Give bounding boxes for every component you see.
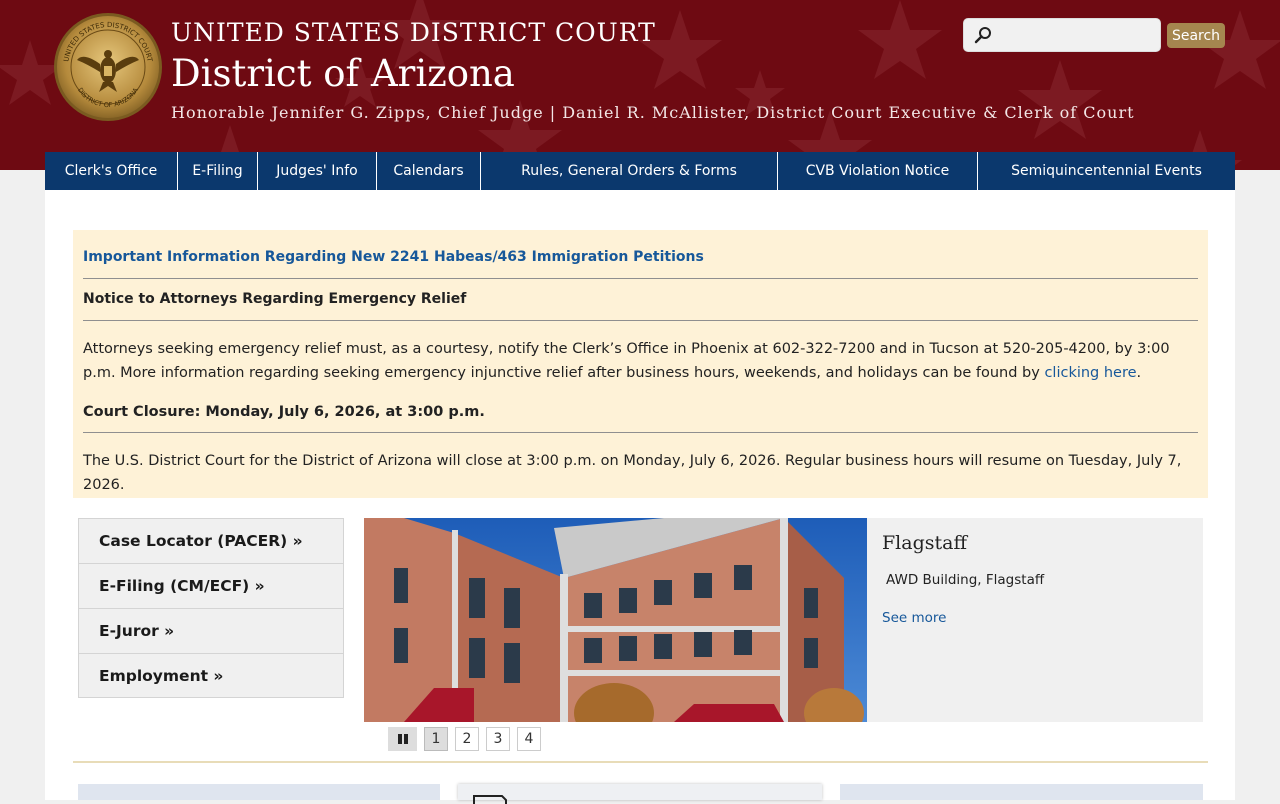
slide-caption-panel: Flagstaff AWD Building, Flagstaff See mo… — [867, 518, 1203, 722]
court-closure-heading: Court Closure: Monday, July 6, 2026, at … — [83, 404, 485, 420]
slide-title: Flagstaff — [882, 532, 967, 554]
slide-page-1[interactable]: 1 — [424, 727, 448, 751]
nav-e-filing[interactable]: E-Filing — [178, 152, 258, 190]
bottom-panel-center — [458, 784, 822, 804]
quick-links: Case Locator (PACER) » E-Filing (CM/ECF)… — [78, 518, 344, 699]
slideshow-pager: 1 2 3 4 — [388, 727, 541, 751]
notice-divider — [83, 320, 1198, 321]
employment-link[interactable]: Employment » — [78, 653, 344, 698]
search-icon — [974, 27, 991, 44]
search-input[interactable] — [998, 25, 1152, 47]
court-closure-text: The U.S. District Court for the District… — [83, 453, 1182, 493]
slideshow-image[interactable] — [364, 518, 867, 722]
see-more-link[interactable]: See more — [882, 610, 946, 626]
pause-button[interactable] — [388, 727, 417, 751]
nav-semiquincentennial-events[interactable]: Semiquincentennial Events — [978, 152, 1235, 190]
main-content: Clerk's Office E-Filing Judges' Info Cal… — [45, 152, 1235, 804]
notice-divider — [83, 432, 1198, 433]
search-box[interactable] — [963, 18, 1161, 52]
bottom-panel-right — [840, 784, 1203, 800]
case-locator-link[interactable]: Case Locator (PACER) » — [78, 518, 344, 563]
notice-divider — [83, 278, 1198, 279]
nav-cvb-violation-notice[interactable]: CVB Violation Notice — [778, 152, 978, 190]
e-filing-link[interactable]: E-Filing (CM/ECF) » — [78, 563, 344, 608]
search-button[interactable]: Search — [1167, 23, 1225, 48]
pause-icon — [397, 734, 408, 744]
nav-rules-orders-forms[interactable]: Rules, General Orders & Forms — [481, 152, 778, 190]
site-title[interactable]: District of Arizona — [171, 52, 515, 95]
document-icon — [473, 795, 507, 804]
bottom-panel-left — [78, 784, 440, 800]
sentence-end: . — [1136, 365, 1142, 381]
flagstaff-building-image — [364, 518, 867, 722]
e-juror-link[interactable]: E-Juror » — [78, 608, 344, 653]
court-seal-logo[interactable]: UNITED STATES DISTRICT COURT DISTRICT OF… — [53, 12, 163, 122]
nav-clerks-office[interactable]: Clerk's Office — [45, 152, 178, 190]
judges-line: Honorable Jennifer G. Zipps, Chief Judge… — [171, 103, 1135, 122]
nav-calendars[interactable]: Calendars — [377, 152, 481, 190]
nav-judges-info[interactable]: Judges' Info — [258, 152, 377, 190]
notice-panel: Important Information Regarding New 2241… — [73, 230, 1208, 498]
slide-page-2[interactable]: 2 — [455, 727, 479, 751]
court-name: UNITED STATES DISTRICT COURT — [171, 18, 656, 47]
slide-description: AWD Building, Flagstaff — [886, 572, 1045, 588]
slide-page-4[interactable]: 4 — [517, 727, 541, 751]
emergency-relief-text: Attorneys seeking emergency relief must,… — [83, 337, 1203, 385]
emergency-relief-heading: Notice to Attorneys Regarding Emergency … — [83, 291, 467, 307]
clicking-here-link[interactable]: clicking here — [1044, 365, 1136, 381]
section-divider — [73, 761, 1208, 763]
habeas-petitions-link[interactable]: Important Information Regarding New 2241… — [83, 249, 704, 265]
site-header: UNITED STATES DISTRICT COURT DISTRICT OF… — [0, 0, 1280, 170]
main-nav: Clerk's Office E-Filing Judges' Info Cal… — [45, 152, 1235, 190]
slide-page-3[interactable]: 3 — [486, 727, 510, 751]
emergency-relief-body: Attorneys seeking emergency relief must,… — [83, 341, 1170, 381]
